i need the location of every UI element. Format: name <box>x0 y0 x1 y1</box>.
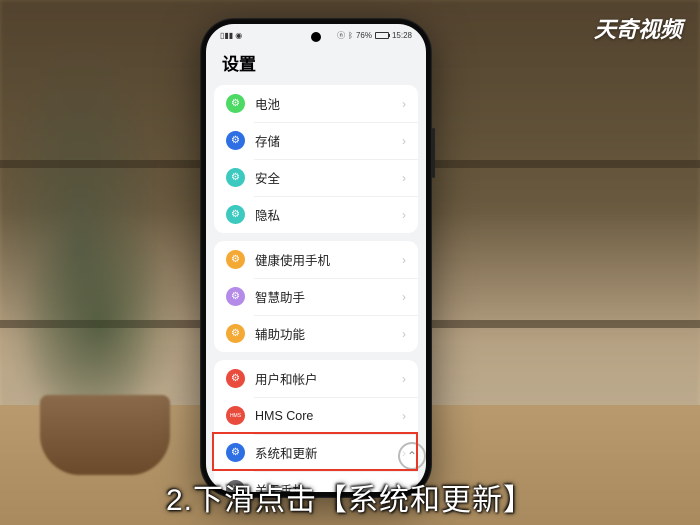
chevron-right-icon: › <box>402 134 406 148</box>
row-label: 用户和帐户 <box>255 369 392 388</box>
row-label: 辅助功能 <box>255 324 392 343</box>
system-update-icon: ⚙ <box>226 443 245 462</box>
row-label: 存储 <box>255 131 392 150</box>
battery-icon <box>375 32 389 39</box>
settings-row[interactable]: ⚙ 隐私 › <box>214 196 418 233</box>
settings-row[interactable]: ⚙ 电池 › <box>214 85 418 122</box>
row-label: 系统和更新 <box>255 443 392 462</box>
chevron-right-icon: › <box>402 290 406 304</box>
settings-group: ⚙用户和帐户›HMSHMS Core›⚙系统和更新›⚙关于手机› <box>214 360 418 492</box>
row-label: 健康使用手机 <box>255 250 392 269</box>
chevron-right-icon: › <box>402 372 406 386</box>
settings-row[interactable]: ⚙ 辅助功能 › <box>214 315 418 352</box>
row-label: 隐私 <box>255 205 392 224</box>
instruction-caption: 2.下滑点击【系统和更新】 <box>0 475 700 519</box>
users-icon: ⚙ <box>226 369 245 388</box>
bg-basket <box>40 395 170 475</box>
chevron-right-icon: › <box>402 409 406 423</box>
settings-row[interactable]: ⚙ 智慧助手 › <box>214 278 418 315</box>
chevron-right-icon: › <box>402 97 406 111</box>
phone-screen: ▯▮▮ ◉ ⓝ ᛒ 76% 15:28 设置 ⚙电池›⚙存储›⚙安全›⚙隐私›⚙… <box>206 24 426 492</box>
battery-percent: 76% <box>356 31 372 40</box>
accessibility-icon: ⚙ <box>226 324 245 343</box>
digital-balance-icon: ⚙ <box>226 250 245 269</box>
clock: 15:28 <box>392 31 412 40</box>
settings-row[interactable]: ⚙ 健康使用手机 › <box>214 241 418 278</box>
settings-row[interactable]: HMS HMS Core › <box>214 397 418 434</box>
scroll-handle[interactable]: ⌃ <box>398 442 426 470</box>
chevron-right-icon: › <box>402 327 406 341</box>
settings-group: ⚙ 电池 › ⚙ 存储 › ⚙ 安全 › ⚙ 隐私 › <box>214 85 418 233</box>
settings-group: ⚙ 健康使用手机 › ⚙ 智慧助手 › ⚙ 辅助功能 › <box>214 241 418 352</box>
settings-row[interactable]: ⚙系统和更新› <box>214 434 418 471</box>
page-title: 设置 <box>206 46 426 85</box>
nfc-icon: ⓝ <box>337 30 345 41</box>
privacy-icon: ⚙ <box>226 205 245 224</box>
row-label: 安全 <box>255 168 392 187</box>
chevron-right-icon: › <box>402 253 406 267</box>
camera-notch <box>311 32 321 42</box>
wifi-icon: ◉ <box>235 31 242 40</box>
storage-icon: ⚙ <box>226 131 245 150</box>
assistant-icon: ⚙ <box>226 287 245 306</box>
signal-icon: ▯▮▮ <box>220 31 233 40</box>
row-label: 电池 <box>255 94 392 113</box>
settings-row[interactable]: ⚙ 存储 › <box>214 122 418 159</box>
chevron-right-icon: › <box>402 208 406 222</box>
bluetooth-icon: ᛒ <box>348 31 353 40</box>
settings-row[interactable]: ⚙ 用户和帐户 › <box>214 360 418 397</box>
security-icon: ⚙ <box>226 168 245 187</box>
settings-row[interactable]: ⚙ 安全 › <box>214 159 418 196</box>
hms-icon: HMS <box>226 406 245 425</box>
row-label: 智慧助手 <box>255 287 392 306</box>
row-label: HMS Core <box>255 409 392 423</box>
watermark: 天奇视频 <box>594 12 682 44</box>
chevron-right-icon: › <box>402 171 406 185</box>
phone-frame: ▯▮▮ ◉ ⓝ ᛒ 76% 15:28 设置 ⚙电池›⚙存储›⚙安全›⚙隐私›⚙… <box>200 18 432 498</box>
battery-icon: ⚙ <box>226 94 245 113</box>
